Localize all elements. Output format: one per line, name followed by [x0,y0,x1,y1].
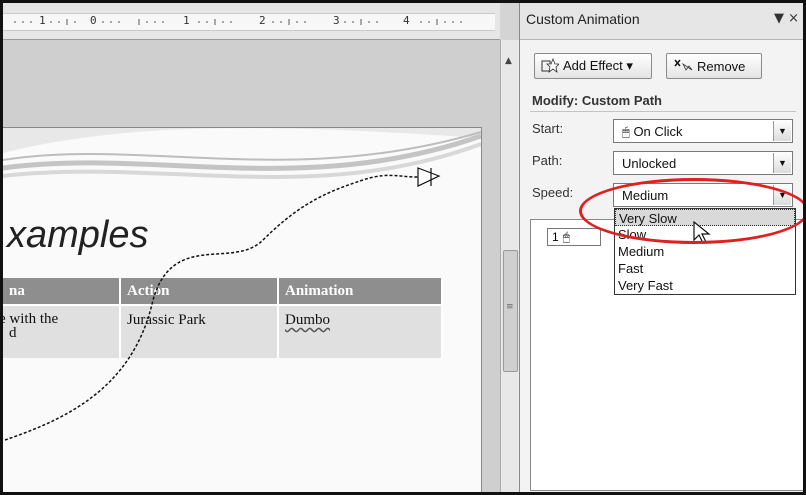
path-label: Path: [532,153,563,168]
speed-label: Speed: [532,185,574,200]
remove-button[interactable]: Remove [666,53,762,79]
horizontal-ruler: 1 0 1 2 3 4 [3,3,500,40]
path-select-value: Unlocked [622,156,677,171]
start-value-text: On Click [633,124,683,139]
pane-controls[interactable]: ▼ × [774,11,799,26]
start-label: Start: [532,121,564,136]
add-effect-label: Add Effect ▾ [563,58,633,73]
dropdown-option-fast[interactable]: Fast [615,260,795,277]
ruler-mark: 1 [39,14,46,27]
divider [530,111,796,112]
add-effect-button[interactable]: Add Effect ▾ [534,53,652,79]
path-end-arrow-icon [417,167,441,187]
remove-effect-icon [674,59,693,71]
dropdown-option-very-fast[interactable]: Very Fast [615,277,795,294]
dropdown-option-medium[interactable]: Medium [615,243,795,260]
highlight-ellipse [579,178,803,244]
ruler-mark: 4 [403,14,410,27]
ruler-mark: 2 [259,14,266,27]
mouse-click-icon: 🖱 [562,229,570,244]
list-item[interactable]: 1 🖱 [547,228,601,246]
start-select[interactable]: 🖱 On Click ▼ [613,119,793,143]
ruler-ticks [14,19,462,25]
chevron-down-icon[interactable]: ▼ [773,153,791,173]
app-window: 1 0 1 2 3 4 xamples na Action Animation [0,0,806,495]
list-item-number: 1 [552,230,559,244]
modify-section-title: Modify: Custom Path [532,93,662,108]
add-effect-icon [541,58,559,73]
mouse-click-icon: 🖱 [622,124,630,139]
slide-editing-area[interactable]: xamples na Action Animation e with the d… [3,40,500,495]
ruler-mark: 3 [333,14,340,27]
path-select[interactable]: Unlocked ▼ [613,151,793,175]
vertical-scrollbar[interactable]: ▲ ≡ [500,40,519,492]
pane-title: Custom Animation [526,11,640,27]
remove-label: Remove [697,58,746,74]
chevron-down-icon[interactable]: ▼ [773,121,791,141]
start-select-value: 🖱 On Click [622,124,683,140]
scroll-grip-icon: ≡ [506,302,514,312]
ruler-mark: 0 [90,14,97,27]
ruler-mark: 1 [183,14,190,27]
motion-path[interactable] [3,40,500,495]
ruler-strip [3,13,495,31]
scroll-up-arrow-icon[interactable]: ▲ [505,56,512,66]
